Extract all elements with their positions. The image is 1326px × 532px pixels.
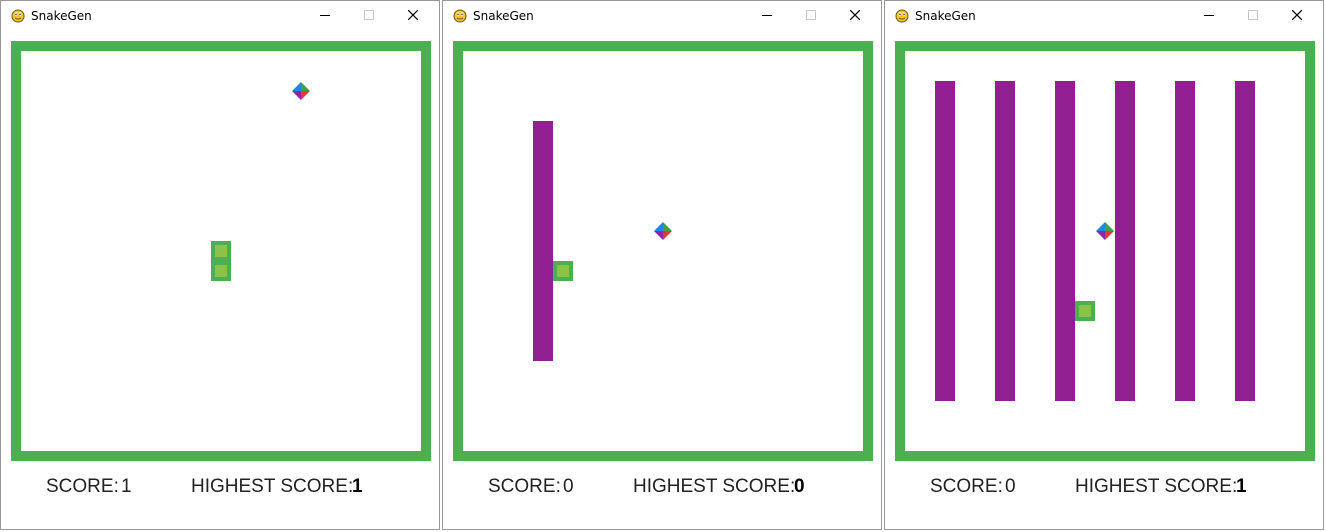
window-title: SnakeGen	[473, 9, 534, 23]
title-bar[interactable]: SnakeGen	[885, 1, 1323, 31]
maximize-button[interactable]	[347, 1, 391, 31]
food-gem-icon	[1096, 222, 1114, 240]
close-button[interactable]	[391, 1, 435, 31]
food-gem-icon	[292, 82, 310, 100]
score-label: SCORE:	[46, 476, 119, 497]
game-board	[895, 41, 1315, 461]
close-icon	[408, 10, 418, 20]
title-bar[interactable]: SnakeGen	[443, 1, 881, 31]
highest-score-value: 1	[352, 476, 363, 497]
highest-score-label: HIGHEST SCORE:	[1075, 476, 1238, 497]
minimize-button[interactable]	[745, 1, 789, 31]
close-button[interactable]	[1275, 1, 1319, 31]
minimize-button[interactable]	[303, 1, 347, 31]
obstacle-wall	[1055, 81, 1075, 401]
score-value: 1	[121, 476, 132, 497]
score-bar: SCORE: 0 HIGHEST SCORE: 1	[885, 471, 1323, 511]
game-board	[453, 41, 873, 461]
snake-segment	[1075, 301, 1095, 321]
highest-score-label: HIGHEST SCORE:	[191, 476, 354, 497]
minimize-icon	[1204, 15, 1214, 16]
minimize-icon	[762, 15, 772, 16]
game-window-1: SnakeGen SCORE: 1 HIGHEST SCORE: 1	[0, 0, 440, 530]
pygame-snake-icon	[453, 9, 467, 23]
obstacle-wall	[935, 81, 955, 401]
close-button[interactable]	[833, 1, 877, 31]
snake-segment	[211, 261, 231, 281]
score-label: SCORE:	[488, 476, 561, 497]
maximize-button[interactable]	[1231, 1, 1275, 31]
obstacle-wall	[1175, 81, 1195, 401]
highest-score-value: 0	[794, 476, 805, 497]
close-icon	[850, 10, 860, 20]
obstacle-wall	[533, 121, 553, 361]
pygame-snake-icon	[11, 9, 25, 23]
minimize-button[interactable]	[1187, 1, 1231, 31]
title-bar[interactable]: SnakeGen	[1, 1, 439, 31]
obstacle-wall	[995, 81, 1015, 401]
score-value: 0	[1005, 476, 1016, 497]
window-title: SnakeGen	[915, 9, 976, 23]
food-gem-icon	[654, 222, 672, 240]
close-icon	[1292, 10, 1302, 20]
score-bar: SCORE: 0 HIGHEST SCORE: 0	[443, 471, 881, 511]
score-bar: SCORE: 1 HIGHEST SCORE: 1	[1, 471, 439, 511]
snake-segment	[553, 261, 573, 281]
maximize-icon	[364, 10, 374, 20]
score-label: SCORE:	[930, 476, 1003, 497]
game-window-2: SnakeGen SCORE: 0 HIGHEST SCORE: 0	[442, 0, 882, 530]
highest-score-value: 1	[1236, 476, 1247, 497]
game-window-3: SnakeGen SCORE: 0 HIGHEST SCORE: 1	[884, 0, 1324, 530]
game-board	[11, 41, 431, 461]
snake-segment	[211, 241, 231, 261]
wall-border	[453, 41, 873, 461]
score-value: 0	[563, 476, 574, 497]
obstacle-wall	[1115, 81, 1135, 401]
maximize-icon	[1248, 10, 1258, 20]
minimize-icon	[320, 15, 330, 16]
window-title: SnakeGen	[31, 9, 92, 23]
maximize-icon	[806, 10, 816, 20]
pygame-snake-icon	[895, 9, 909, 23]
highest-score-label: HIGHEST SCORE:	[633, 476, 796, 497]
maximize-button[interactable]	[789, 1, 833, 31]
obstacle-wall	[1235, 81, 1255, 401]
